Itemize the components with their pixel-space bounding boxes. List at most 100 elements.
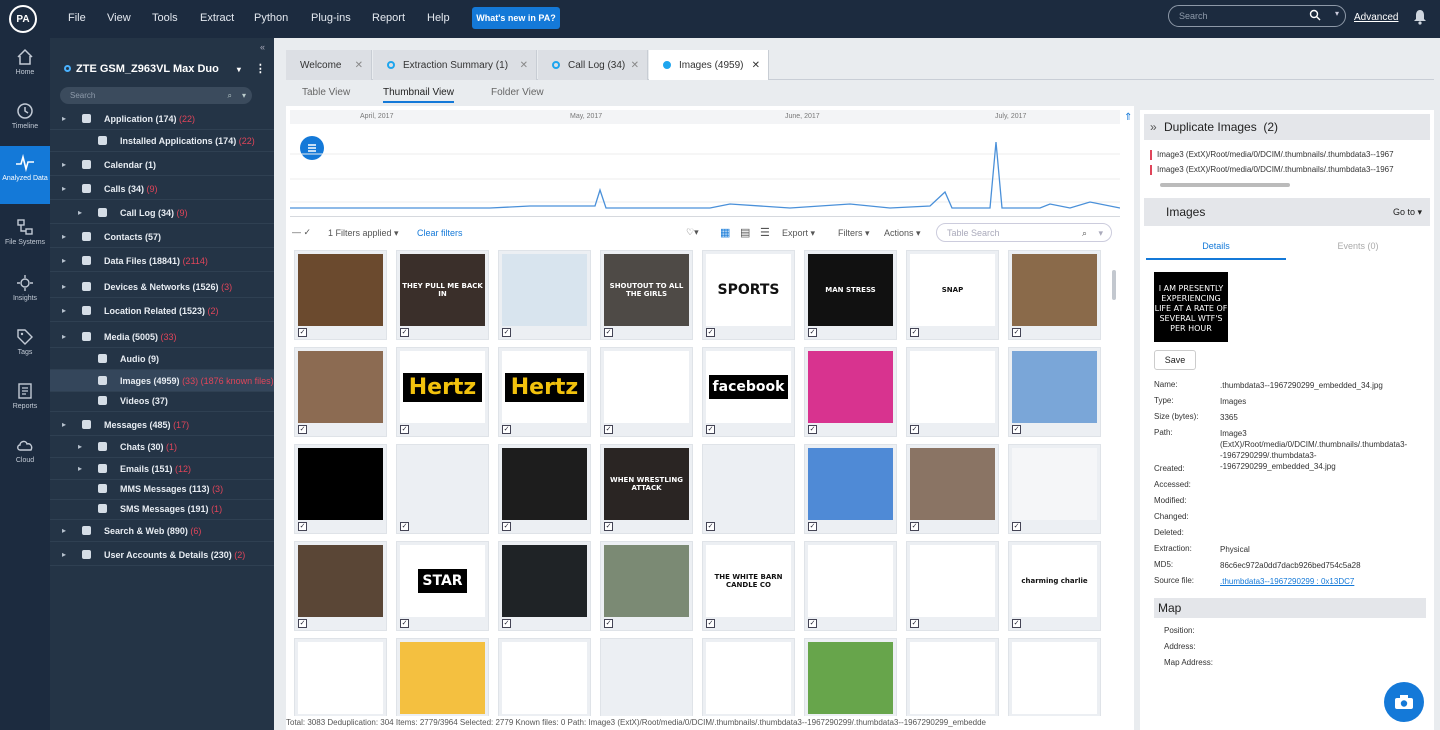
thumbnail-cell[interactable]: ✓ (906, 347, 999, 437)
thumbnail-checkbox[interactable]: ✓ (604, 425, 613, 434)
view-tab-folder[interactable]: Folder View (491, 87, 544, 98)
thumbnail-checkbox[interactable]: ✓ (400, 328, 409, 337)
thumbnail-image[interactable] (298, 642, 383, 714)
view-tab-table[interactable]: Table View (302, 87, 350, 98)
thumbnail-checkbox[interactable]: ✓ (808, 328, 817, 337)
collapse-panel-icon[interactable]: « (260, 42, 265, 52)
expand-caret-icon[interactable]: ▸ (78, 442, 82, 451)
tree-node[interactable]: ▸ Search & Web (890) (6) (50, 520, 274, 542)
grid-layout-icon[interactable]: ▤ (740, 226, 750, 239)
tree-node[interactable]: ▸ Data Files (18841) (2114) (50, 250, 274, 272)
thumbnail-cell[interactable]: ✓ (600, 638, 693, 716)
nav-home[interactable]: Home (0, 40, 50, 90)
expand-caret-icon[interactable]: ▸ (62, 282, 66, 291)
tab-details[interactable]: Details (1146, 232, 1286, 260)
thumbnail-checkbox[interactable]: ✓ (298, 328, 307, 337)
tree-node[interactable]: ▸ Contacts (57) (50, 226, 274, 248)
thumbnail-image[interactable] (910, 545, 995, 617)
thumbnail-checkbox[interactable]: ✓ (910, 425, 919, 434)
expand-caret-icon[interactable]: ▸ (62, 184, 66, 193)
thumbnail-cell[interactable]: ✓ (600, 347, 693, 437)
thumbnail-image[interactable]: STAR (400, 545, 485, 617)
expand-caret-icon[interactable]: ▸ (62, 232, 66, 241)
chevron-down-icon[interactable]: ▾ (1098, 228, 1103, 239)
thumbnail-image[interactable] (400, 448, 485, 520)
thumbnail-image[interactable] (808, 448, 893, 520)
thumbnail-checkbox[interactable]: ✓ (808, 619, 817, 628)
device-title[interactable]: ZTE GSM_Z963VL Max Duo ▾ ⋮ (64, 62, 266, 75)
thumbnail-cell[interactable]: ✓ (1008, 347, 1101, 437)
thumbnail-cell[interactable]: ✓ (906, 638, 999, 716)
tree-node[interactable]: ▸ Application (174) (22) (50, 108, 274, 130)
tab-events[interactable]: Events (0) (1288, 232, 1428, 260)
tree-node[interactable]: ▸ Media (5005) (33) (50, 326, 274, 348)
global-search-input[interactable]: Search ▾ (1168, 5, 1346, 27)
thumbnail-cell[interactable]: ✓ (498, 250, 591, 340)
thumbnail-image[interactable] (502, 254, 587, 326)
tree-node[interactable]: Videos (37) (50, 390, 274, 412)
filters-applied[interactable]: 1 Filters applied ▾ (328, 228, 399, 239)
thumbnail-image[interactable] (1012, 642, 1097, 714)
property-value[interactable]: .thumbdata3--1967290299 : 0x13DC7 (1220, 576, 1420, 587)
tree-node[interactable]: ▸ Emails (151) (12) (50, 458, 274, 480)
expand-caret-icon[interactable]: ▸ (62, 332, 66, 341)
thumbnail-checkbox[interactable]: ✓ (400, 619, 409, 628)
thumbnail-image[interactable]: WHEN WRESTLING ATTACK (604, 448, 689, 520)
thumbnail-cell[interactable]: ✓ (804, 638, 897, 716)
expand-icon[interactable]: » (1150, 120, 1157, 134)
thumbnail-cell[interactable]: STAR ✓ (396, 541, 489, 631)
expand-caret-icon[interactable]: ▸ (78, 464, 82, 473)
thumbnail-image[interactable] (1012, 351, 1097, 423)
thumbnail-image[interactable] (1012, 254, 1097, 326)
menu-help[interactable]: Help (427, 12, 450, 24)
thumbnail-image[interactable] (298, 448, 383, 520)
tree-node[interactable]: Images (4959) (33) (1876 known files) (50, 370, 274, 392)
expand-caret-icon[interactable]: ▸ (62, 550, 66, 559)
thumbnail-checkbox[interactable]: ✓ (808, 522, 817, 531)
tab-extraction-summary[interactable]: Extraction Summary (1) ✕ (373, 50, 537, 80)
thumbnail-image[interactable]: MAN STRESS (808, 254, 893, 326)
thumbnail-cell[interactable]: ✓ (804, 347, 897, 437)
thumbnail-image[interactable] (910, 642, 995, 714)
duplicate-images-header[interactable]: » Duplicate Images (2) (1144, 114, 1430, 140)
thumbnail-cell[interactable]: ✓ (702, 444, 795, 534)
table-search-input[interactable]: Table Search ⌕ ▾ (936, 223, 1112, 242)
thumbnail-image[interactable]: SNAP (910, 254, 995, 326)
thumbnail-image[interactable]: Hertz (400, 351, 485, 423)
thumbnail-cell[interactable]: THEY PULL ME BACK IN ✓ (396, 250, 489, 340)
thumbnail-checkbox[interactable]: ✓ (400, 522, 409, 531)
thumbnail-cell[interactable]: SHOUTOUT TO ALL THE GIRLS ✓ (600, 250, 693, 340)
thumbnail-cell[interactable]: charming charlie ✓ (1008, 541, 1101, 631)
expand-caret-icon[interactable]: ▸ (78, 208, 82, 217)
expand-caret-icon[interactable]: ▸ (62, 526, 66, 535)
tab-welcome[interactable]: Welcome ✕ (286, 50, 372, 80)
collapse-all-icon[interactable]: — ✓ (292, 227, 311, 238)
thumbnail-checkbox[interactable]: ✓ (808, 425, 817, 434)
menu-tools[interactable]: Tools (152, 12, 178, 24)
thumbnail-cell[interactable]: ✓ (498, 444, 591, 534)
expand-caret-icon[interactable]: ▸ (62, 306, 66, 315)
advanced-search-link[interactable]: Advanced (1354, 12, 1398, 23)
tree-node[interactable]: Audio (9) (50, 348, 274, 370)
thumbnail-image[interactable] (502, 545, 587, 617)
duplicate-scrollbar[interactable] (1160, 183, 1290, 187)
thumbnail-image[interactable] (502, 448, 587, 520)
thumbnail-checkbox[interactable]: ✓ (298, 522, 307, 531)
nav-analyzed-data[interactable]: Analyzed Data (0, 146, 50, 204)
duplicate-item[interactable]: Image3 (ExtX)/Root/media/0/DCIM/.thumbna… (1150, 165, 1420, 175)
bell-icon[interactable] (1412, 9, 1428, 25)
thumbnail-cell[interactable]: SPORTS ✓ (702, 250, 795, 340)
thumbnail-image[interactable] (298, 254, 383, 326)
chevron-down-icon[interactable]: ▾ (242, 91, 246, 100)
nav-file-systems[interactable]: File Systems (0, 210, 50, 260)
tree-node[interactable]: ▸ Devices & Networks (1526) (3) (50, 276, 274, 298)
thumbnail-checkbox[interactable]: ✓ (502, 425, 511, 434)
thumbnail-cell[interactable]: SNAP ✓ (906, 250, 999, 340)
menu-plugins[interactable]: Plug-ins (311, 12, 351, 24)
thumbnail-image[interactable]: charming charlie (1012, 545, 1097, 617)
camera-button[interactable] (1384, 682, 1424, 722)
tree-node[interactable]: Installed Applications (174) (22) (50, 130, 274, 152)
thumbnail-image[interactable] (706, 642, 791, 714)
thumbnail-image[interactable] (808, 351, 893, 423)
thumbnail-checkbox[interactable]: ✓ (910, 619, 919, 628)
